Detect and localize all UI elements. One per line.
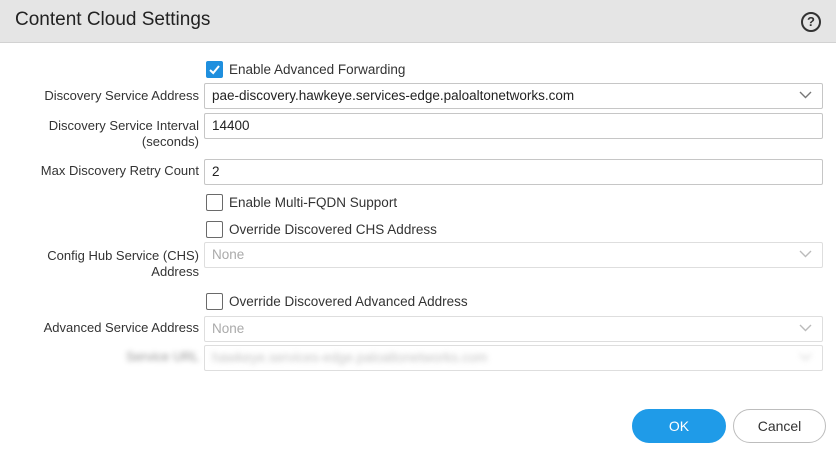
- chevron-down-icon: [799, 353, 812, 361]
- dialog-title: Content Cloud Settings: [15, 9, 211, 30]
- advanced-service-address-placeholder: None: [212, 321, 245, 336]
- service-url-select: hawkeye.services-edge.paloaltonetworks.c…: [204, 345, 823, 371]
- discovery-service-address-select[interactable]: pae-discovery.hawkeye.services-edge.palo…: [204, 83, 823, 109]
- enable-multi-fqdn-checkbox[interactable]: [206, 194, 223, 211]
- service-url-label: Service URL: [126, 349, 199, 364]
- checkmark-icon: [209, 65, 220, 75]
- chevron-down-icon: [799, 250, 812, 258]
- help-icon[interactable]: ?: [801, 12, 821, 32]
- advanced-service-address-select: None: [204, 316, 823, 342]
- ok-button[interactable]: OK: [632, 409, 726, 443]
- discovery-service-address-label: Discovery Service Address: [44, 88, 199, 103]
- cancel-button[interactable]: Cancel: [733, 409, 826, 443]
- discovery-service-address-value: pae-discovery.hawkeye.services-edge.palo…: [212, 88, 575, 103]
- enable-multi-fqdn-label: Enable Multi-FQDN Support: [229, 195, 398, 210]
- override-advanced-label: Override Discovered Advanced Address: [229, 294, 468, 309]
- override-chs-label: Override Discovered CHS Address: [229, 222, 437, 237]
- discovery-service-interval-input[interactable]: 14400: [204, 113, 823, 139]
- override-advanced-checkbox[interactable]: [206, 293, 223, 310]
- enable-advanced-forwarding-label: Enable Advanced Forwarding: [229, 62, 406, 77]
- config-hub-service-select: None: [204, 242, 823, 268]
- chevron-down-icon: [799, 324, 812, 332]
- override-chs-checkbox[interactable]: [206, 221, 223, 238]
- config-hub-service-label: Config Hub Service (CHS) Address: [47, 248, 199, 279]
- discovery-service-interval-label: Discovery Service Interval (seconds): [48, 118, 199, 149]
- advanced-service-address-label: Advanced Service Address: [43, 320, 199, 335]
- max-discovery-retry-count-input[interactable]: 2: [204, 159, 823, 185]
- dialog-header: Content Cloud Settings ?: [0, 0, 836, 43]
- config-hub-service-placeholder: None: [212, 247, 245, 262]
- max-discovery-retry-count-label: Max Discovery Retry Count: [40, 163, 199, 178]
- chevron-down-icon[interactable]: [799, 91, 812, 99]
- enable-advanced-forwarding-checkbox[interactable]: [206, 61, 223, 78]
- service-url-value: hawkeye.services-edge.paloaltonetworks.c…: [212, 350, 488, 365]
